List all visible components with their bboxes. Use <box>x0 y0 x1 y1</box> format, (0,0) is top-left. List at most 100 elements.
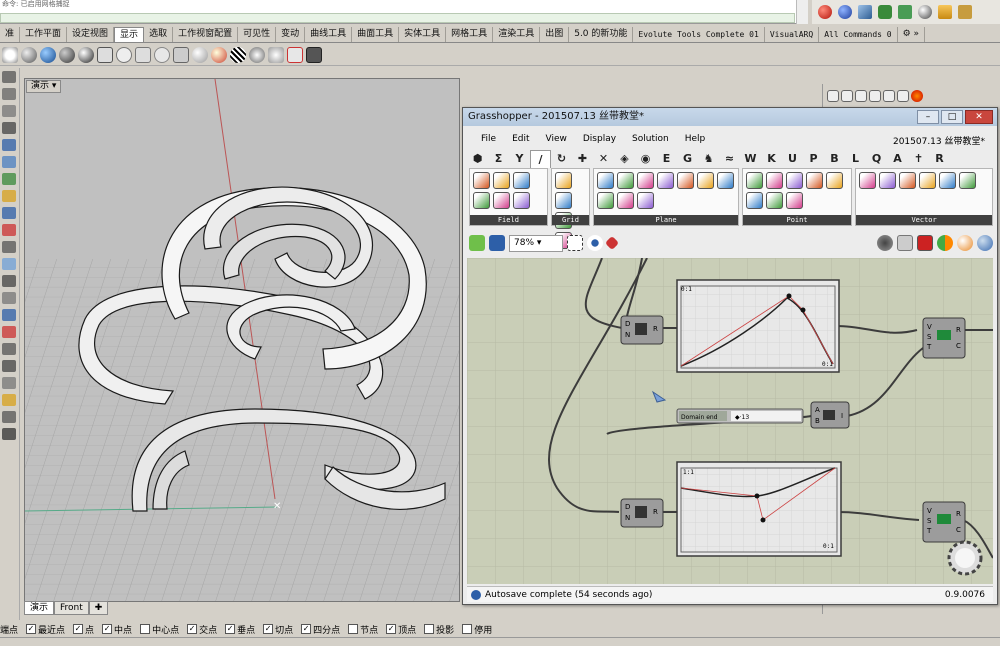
toolbar-tab[interactable]: 选取 <box>144 27 174 42</box>
left-tool-icon[interactable] <box>2 275 16 287</box>
close-icon[interactable] <box>287 46 303 63</box>
component-icon[interactable] <box>879 172 897 189</box>
toolbar-tab[interactable]: 5.0 的新功能 <box>569 27 634 42</box>
toolbar-tab[interactable]: 实体工具 <box>399 27 447 42</box>
component-icon[interactable] <box>677 172 695 189</box>
toolbar-tab[interactable]: 网格工具 <box>446 27 494 42</box>
viewport-tab-demo[interactable]: 演示 <box>24 601 55 615</box>
left-tool-icon[interactable] <box>2 139 16 151</box>
pen-icon[interactable] <box>135 46 151 63</box>
draft-angle-icon[interactable] <box>268 46 284 63</box>
more-tabs-icon[interactable]: ⚙ » <box>898 27 926 42</box>
snap-checkbox[interactable]: ✓ <box>225 624 236 634</box>
component-icon[interactable] <box>554 192 572 209</box>
component-icon[interactable] <box>765 192 783 209</box>
ghosted-sphere-icon[interactable] <box>59 46 75 63</box>
color-sphere-icon[interactable] <box>211 46 227 63</box>
preview-mesh-icon[interactable] <box>957 235 973 251</box>
panel-icon-1[interactable] <box>827 90 839 102</box>
close-icon[interactable] <box>855 90 867 102</box>
rendered-sphere-icon[interactable] <box>40 46 56 63</box>
snap-option[interactable]: ✓ 最近点 <box>26 623 65 636</box>
category-tab[interactable]: ✕ <box>593 150 614 168</box>
toolbar-tab[interactable]: 准 <box>0 27 21 42</box>
left-tool-icon[interactable] <box>2 88 16 100</box>
component-icon[interactable] <box>617 192 635 209</box>
viewport-title[interactable]: 演示 ▾ <box>26 80 62 93</box>
color-wheel-icon[interactable] <box>911 90 923 102</box>
component-icon[interactable] <box>597 192 615 209</box>
component-icon[interactable] <box>785 172 803 189</box>
left-tool-icon[interactable] <box>2 71 16 83</box>
left-tool-icon[interactable] <box>2 173 16 185</box>
menu-edit[interactable]: Edit <box>504 134 537 144</box>
category-tab[interactable]: A <box>887 150 908 168</box>
curvature-icon[interactable] <box>192 46 208 63</box>
document-preview-icon[interactable] <box>977 235 993 251</box>
blue-sphere-icon[interactable] <box>838 5 852 19</box>
left-tool-icon[interactable] <box>2 394 16 406</box>
command-input[interactable] <box>0 13 795 23</box>
maximize-button[interactable]: □ <box>941 110 963 124</box>
env-map-icon[interactable] <box>249 46 265 63</box>
category-tab[interactable]: W <box>740 150 761 168</box>
snap-option[interactable]: 端点 <box>0 623 18 636</box>
frame-icon[interactable] <box>958 5 972 19</box>
snap-option[interactable]: ✓ 顶点 <box>386 623 416 636</box>
render-icon[interactable] <box>918 5 932 19</box>
category-tab[interactable]: ✝ <box>908 150 929 168</box>
category-tab[interactable]: ⬢ <box>467 150 488 168</box>
graph-mapper-1[interactable]: 0:1 0:1 <box>676 279 840 373</box>
toolbar-tab[interactable]: VisualARQ <box>765 27 820 42</box>
toolbar-tab[interactable]: 显示 <box>114 27 145 42</box>
toolbar-tab[interactable]: 渲染工具 <box>493 27 541 42</box>
component-icon[interactable] <box>473 192 490 209</box>
component-icon[interactable] <box>745 172 763 189</box>
category-tab[interactable]: ♞ <box>698 150 719 168</box>
left-tool-icon[interactable] <box>2 292 16 304</box>
construct-domain-node[interactable]: D N R <box>620 315 664 345</box>
red-sphere-icon[interactable] <box>818 5 832 19</box>
snap-checkbox[interactable]: ✓ <box>386 624 397 634</box>
sketch-icon[interactable] <box>604 235 620 251</box>
snap-checkbox[interactable] <box>424 624 435 634</box>
toolbar-tab[interactable]: 工作视窗配置 <box>173 27 239 42</box>
component-icon[interactable] <box>745 192 763 209</box>
component-icon[interactable] <box>513 192 530 209</box>
left-tool-icon[interactable] <box>2 258 16 270</box>
display-options-icon[interactable] <box>154 46 170 63</box>
snap-checkbox[interactable]: ✓ <box>73 624 84 634</box>
toolbar-tab[interactable]: All Commands 0 <box>819 27 898 42</box>
snap-option[interactable]: ✓ 四分点 <box>301 623 340 636</box>
panel-icon-4[interactable] <box>883 90 895 102</box>
toolbar-tab[interactable]: 出图 <box>540 27 570 42</box>
graph-mapper-2[interactable]: 1:1 0:1 <box>676 461 842 557</box>
category-tab[interactable]: ◉ <box>635 150 656 168</box>
snap-checkbox[interactable] <box>348 624 359 634</box>
close-button[interactable]: ✕ <box>965 110 993 124</box>
left-tool-icon[interactable] <box>2 326 16 338</box>
add-viewport-tab-icon[interactable]: ✚ <box>88 601 109 615</box>
open-file-icon[interactable] <box>469 235 485 251</box>
component-icon[interactable] <box>617 172 635 189</box>
menu-display[interactable]: Display <box>575 134 624 144</box>
toolbar-tab[interactable]: 可见性 <box>238 27 277 42</box>
snap-option[interactable]: 中心点 <box>140 623 179 636</box>
component-icon[interactable] <box>597 172 615 189</box>
snap-checkbox[interactable]: ✓ <box>26 624 37 634</box>
snap-option[interactable]: 节点 <box>348 623 378 636</box>
component-icon[interactable] <box>554 172 572 189</box>
component-icon[interactable] <box>805 172 823 189</box>
wireframe-preview-icon[interactable] <box>897 235 913 251</box>
minimize-button[interactable]: – <box>917 110 939 124</box>
eye-icon[interactable] <box>587 235 603 251</box>
shaded-sphere-icon[interactable] <box>21 46 37 63</box>
snap-option[interactable]: 投影 <box>424 623 454 636</box>
artistic-icon[interactable] <box>116 46 132 63</box>
save-file-icon[interactable] <box>489 235 505 251</box>
category-tab[interactable]: B <box>824 150 845 168</box>
left-tool-icon[interactable] <box>2 377 16 389</box>
category-tab[interactable]: Y <box>509 150 530 168</box>
panel-icon-3[interactable] <box>869 90 881 102</box>
snap-option[interactable]: ✓ 垂点 <box>225 623 255 636</box>
